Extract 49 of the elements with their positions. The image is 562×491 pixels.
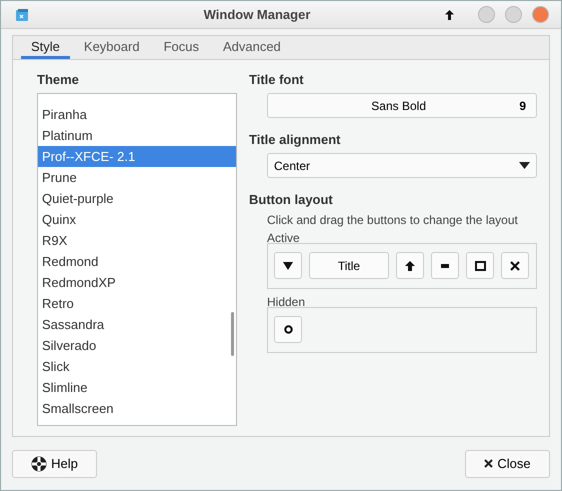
app-icon xyxy=(15,8,29,22)
menu-button[interactable] xyxy=(274,252,302,279)
close-icon xyxy=(484,459,494,468)
maximize-button[interactable] xyxy=(466,252,494,279)
alignment-dropdown[interactable]: Center xyxy=(267,153,537,178)
up-arrow-icon[interactable] xyxy=(445,10,454,20)
theme-item[interactable]: Redmond xyxy=(38,251,236,272)
tab[interactable]: Focus xyxy=(154,36,209,59)
help-icon xyxy=(31,456,48,472)
section-heading: Title alignment xyxy=(249,132,342,147)
frame-label: Active xyxy=(267,231,301,245)
theme-item[interactable]: Prune xyxy=(38,167,236,188)
theme-item[interactable]: Smallscreen xyxy=(38,398,236,419)
stick-button[interactable] xyxy=(274,316,302,343)
close-button[interactable]: Close xyxy=(465,450,550,478)
circle-icon xyxy=(284,325,292,334)
section-heading: Title font xyxy=(249,72,305,87)
theme-item[interactable]: Sassandra xyxy=(38,314,236,335)
minimize-button[interactable] xyxy=(431,252,459,279)
maximize-icon xyxy=(474,260,486,270)
window-title: Window Manager xyxy=(202,7,312,22)
close-button[interactable] xyxy=(501,252,529,279)
shade-button[interactable] xyxy=(396,252,424,279)
theme-item[interactable]: RedmondXP xyxy=(38,272,236,293)
section-heading: Theme xyxy=(37,72,80,87)
up-arrow-icon xyxy=(405,260,415,270)
section-heading: Button layout xyxy=(249,192,334,207)
theme-item[interactable]: Slimline xyxy=(38,377,236,398)
hint-text: Click and drag the buttons to change the layout xyxy=(267,213,519,227)
frame-label: Hidden xyxy=(267,295,306,309)
tab[interactable]: Advanced xyxy=(212,36,291,59)
dropdown-arrow-icon xyxy=(519,162,530,169)
theme-item[interactable]: Piranha xyxy=(38,104,236,125)
title-button[interactable]: Title xyxy=(309,252,389,279)
dropdown-arrow-icon xyxy=(283,262,293,270)
scrollbar[interactable] xyxy=(231,312,234,356)
theme-item[interactable]: Slick xyxy=(38,356,236,377)
close-icon xyxy=(510,260,520,270)
theme-item[interactable]: Platinum xyxy=(38,125,236,146)
theme-item[interactable]: Quiet-purple xyxy=(38,188,236,209)
theme-item[interactable]: Quinx xyxy=(38,209,236,230)
theme-item[interactable]: Retro xyxy=(38,293,236,314)
help-button[interactable]: Help xyxy=(12,450,97,478)
theme-item[interactable]: R9X xyxy=(38,230,236,251)
tab[interactable]: Keyboard xyxy=(74,36,150,59)
minimize-icon xyxy=(441,264,449,268)
theme-item[interactable]: Silverado xyxy=(38,335,236,356)
font-button[interactable]: Sans Bold 9 xyxy=(267,93,537,118)
theme-item[interactable]: Prof--XFCE- 2.1 xyxy=(38,146,236,167)
